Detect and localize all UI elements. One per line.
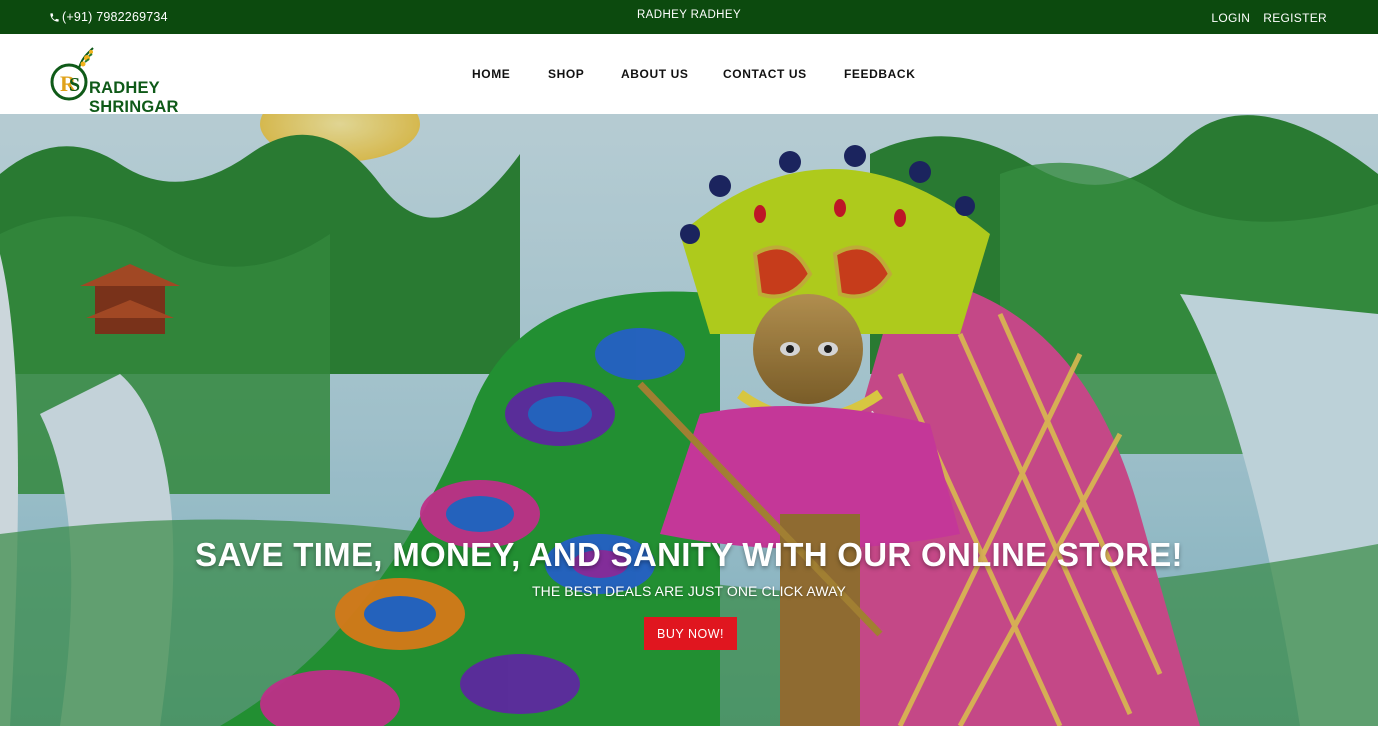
nav-feedback[interactable]: FEEDBACK	[844, 67, 915, 81]
nav-shop[interactable]: SHOP	[548, 67, 584, 81]
hero-title: SAVE TIME, MONEY, AND SANITY WITH OUR ON…	[195, 536, 1183, 573]
top-bar: (+91) 7982269734 RADHEY RADHEY LOGIN REG…	[0, 0, 1378, 34]
nav-about-us[interactable]: ABOUT US	[621, 67, 688, 81]
page-divider	[0, 726, 1378, 730]
hero-subtitle: THE BEST DEALS ARE JUST ONE CLICK AWAY	[532, 583, 846, 599]
auth-links: LOGIN REGISTER	[1211, 11, 1327, 25]
register-link[interactable]: REGISTER	[1263, 11, 1327, 25]
top-bar-greeting: RADHEY RADHEY	[636, 9, 742, 21]
brand-name: RADHEY SHRINGAR	[89, 79, 179, 116]
site-header: R S RADHEY SHRINGAR HOME SHOP ABOUT US C…	[0, 34, 1378, 116]
nav-contact-us[interactable]: CONTACT US	[723, 67, 807, 81]
hero-banner: SAVE TIME, MONEY, AND SANITY WITH OUR ON…	[0, 114, 1378, 726]
login-link[interactable]: LOGIN	[1211, 11, 1250, 25]
buy-now-button[interactable]: BUY NOW!	[644, 617, 737, 650]
nav-home[interactable]: HOME	[472, 67, 510, 81]
main-nav: HOME SHOP ABOUT US CONTACT US FEEDBACK	[0, 67, 1378, 83]
